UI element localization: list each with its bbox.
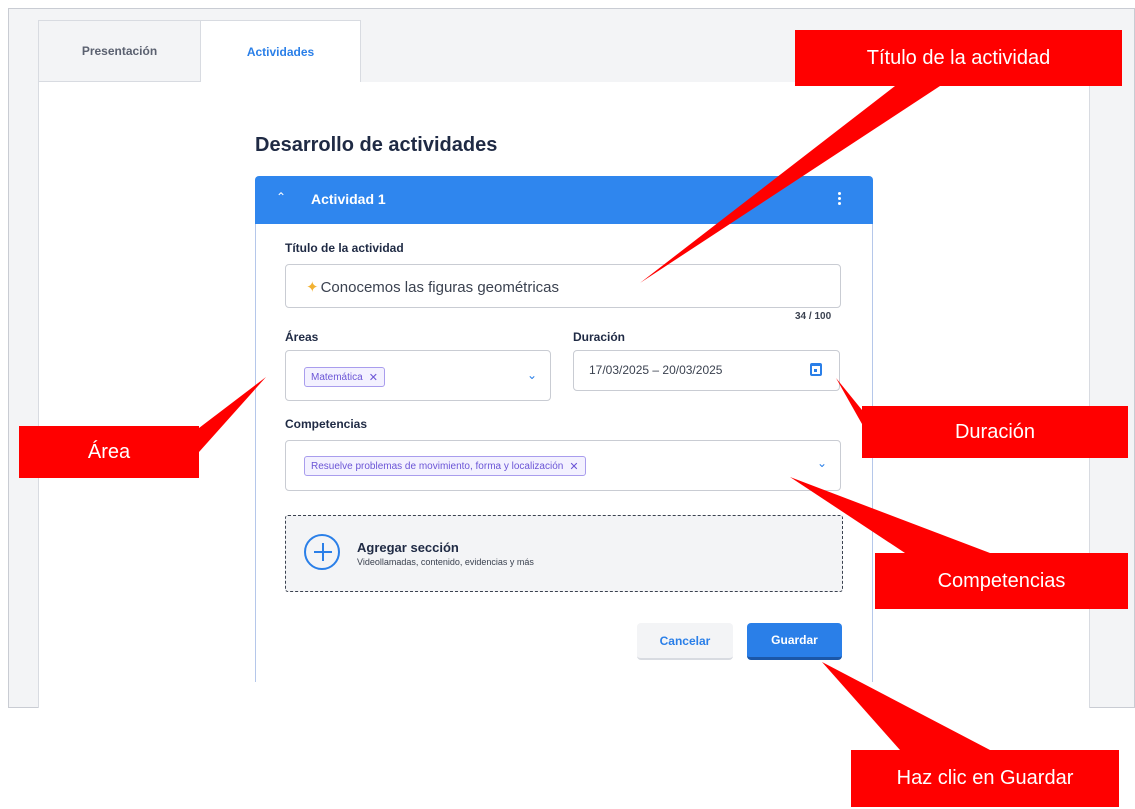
areas-select[interactable]: Matemática ✕ ⌄ bbox=[285, 350, 551, 401]
chevron-down-icon[interactable]: ⌄ bbox=[527, 368, 537, 382]
callout-area: Área bbox=[19, 426, 199, 478]
callout-titulo: Título de la actividad bbox=[795, 30, 1122, 86]
chevron-down-icon[interactable]: ⌄ bbox=[817, 456, 827, 470]
competencia-chip-label: Resuelve problemas de movimiento, forma … bbox=[311, 460, 564, 472]
competencia-chip: Resuelve problemas de movimiento, forma … bbox=[304, 456, 586, 476]
titulo-label: Título de la actividad bbox=[285, 241, 404, 255]
activity-title: Actividad 1 bbox=[311, 191, 386, 207]
callout-guardar: Haz clic en Guardar bbox=[851, 750, 1119, 807]
add-section-title: Agregar sección bbox=[357, 540, 459, 555]
activity-header[interactable]: ⌃ Actividad 1 bbox=[255, 176, 873, 224]
activity-title-value: Conocemos las figuras geométricas bbox=[320, 279, 560, 296]
add-section-button[interactable]: Agregar sección Videollamadas, contenido… bbox=[285, 515, 843, 592]
calendar-icon[interactable] bbox=[810, 363, 822, 376]
close-icon[interactable]: ✕ bbox=[369, 371, 378, 384]
tab-presentacion[interactable]: Presentación bbox=[38, 20, 201, 82]
chevron-up-icon[interactable]: ⌃ bbox=[276, 190, 286, 204]
callout-competencias: Competencias bbox=[875, 553, 1128, 609]
area-chip-label: Matemática bbox=[311, 371, 363, 383]
close-icon[interactable]: ✕ bbox=[569, 460, 578, 473]
kebab-menu-icon[interactable] bbox=[836, 190, 842, 210]
areas-label: Áreas bbox=[285, 330, 319, 344]
activity-title-input[interactable]: ✦ Conocemos las figuras geométricas bbox=[285, 264, 841, 308]
competencias-label: Competencias bbox=[285, 417, 368, 431]
duracion-date-range[interactable]: 17/03/2025 – 20/03/2025 bbox=[573, 350, 840, 391]
char-count: 34 / 100 bbox=[795, 311, 832, 322]
competencias-select[interactable]: Resuelve problemas de movimiento, forma … bbox=[285, 440, 841, 491]
date-range-value: 17/03/2025 – 20/03/2025 bbox=[589, 363, 723, 377]
area-chip: Matemática ✕ bbox=[304, 367, 385, 387]
callout-duracion: Duración bbox=[862, 406, 1128, 458]
tab-actividades[interactable]: Actividades bbox=[200, 20, 361, 83]
save-button[interactable]: Guardar bbox=[747, 623, 842, 660]
plus-circle-icon bbox=[304, 534, 340, 570]
sparkle-icon: ✦ bbox=[306, 279, 319, 296]
activity-title-value-wrap: ✦ Conocemos las figuras geométricas bbox=[306, 278, 559, 296]
duracion-label: Duración bbox=[573, 330, 626, 344]
page-title: Desarrollo de actividades bbox=[255, 134, 498, 156]
cancel-button[interactable]: Cancelar bbox=[637, 623, 733, 660]
add-section-subtitle: Videollamadas, contenido, evidencias y m… bbox=[357, 557, 534, 567]
